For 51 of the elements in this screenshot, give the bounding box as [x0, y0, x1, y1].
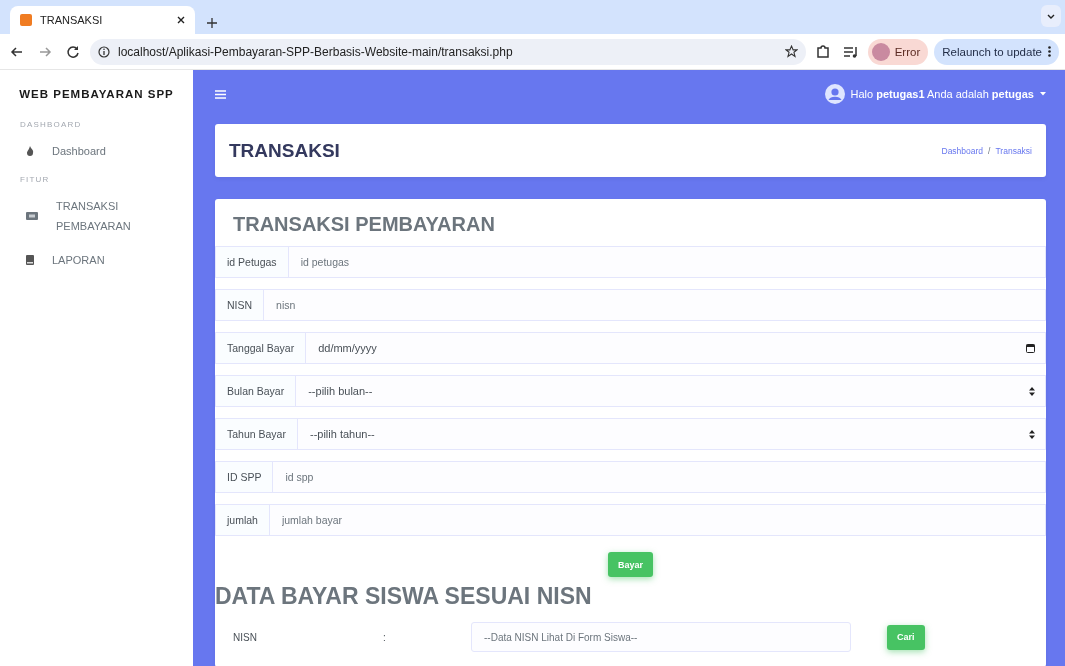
breadcrumb-link[interactable]: Transaksi: [995, 145, 1032, 156]
tab-list-button[interactable]: [1041, 5, 1061, 27]
input-field[interactable]: nisn: [264, 289, 1046, 321]
input-field[interactable]: id petugas: [288, 246, 1046, 278]
profile-button[interactable]: Error: [867, 38, 929, 65]
form-title: TRANSAKSI PEMBAYARAN: [232, 212, 496, 237]
date-field[interactable]: dd/mm/yyyy: [306, 332, 1046, 364]
nisn-input[interactable]: --Data NISN Lihat Di Form Siswa--: [471, 622, 851, 652]
field-label: Tahun Bayar: [215, 418, 298, 450]
sidebar-item[interactable]: LAPORAN: [52, 250, 152, 270]
calendar-icon: [1026, 343, 1035, 353]
section-heading: FITUR: [19, 175, 51, 184]
user-avatar-icon: [824, 84, 845, 104]
section-heading: DASHBOARD: [19, 120, 83, 129]
field-label: ID SPP: [215, 461, 274, 493]
select-field[interactable]: --pilih bulan--: [296, 375, 1046, 407]
field-label: id Petugas: [215, 246, 289, 278]
star-icon[interactable]: [784, 45, 798, 58]
field-label: NISN: [215, 289, 265, 321]
brand-title: WEB PEMBAYARAN SPP: [18, 87, 175, 102]
close-icon[interactable]: [177, 16, 185, 24]
select-field[interactable]: --pilih tahun--: [297, 418, 1046, 450]
sidebar-item[interactable]: TRANSAKSI PEMBAYARAN: [56, 196, 156, 236]
field-label: NISN: [232, 631, 258, 643]
banknote-icon: [26, 212, 38, 220]
page-title: TRANSAKSI: [229, 139, 340, 162]
field-label: Bulan Bayar: [215, 375, 297, 407]
updown-icon: [1029, 386, 1035, 396]
chevron-icon: [1047, 13, 1055, 19]
new-tab-icon[interactable]: [207, 18, 217, 28]
more-icon: [1048, 46, 1051, 57]
breadcrumb-separator: /: [988, 145, 991, 156]
field-label: jumlah: [215, 504, 270, 536]
user-greeting[interactable]: Halo petugas1 Anda adalah petugas: [850, 88, 1034, 100]
favicon-icon: [20, 14, 32, 26]
relaunch-button[interactable]: Relaunch to update: [934, 38, 1059, 65]
book-icon: [26, 255, 34, 265]
info-icon: [98, 45, 110, 58]
breadcrumb-link[interactable]: Dashboard: [941, 145, 984, 156]
section-title: DATA BAYAR SISWA SESUAI NISN: [215, 583, 593, 610]
address-bar[interactable]: localhost/Aplikasi-Pembayaran-SPP-Berbasis-Website-main/transaksi.php: [90, 38, 806, 65]
avatar-icon: [871, 42, 890, 61]
caret-icon[interactable]: [1040, 92, 1046, 96]
updown-icon: [1029, 429, 1035, 439]
input-field[interactable]: id spp: [273, 461, 1046, 493]
menu-icon[interactable]: [215, 89, 226, 99]
colon-text: :: [383, 631, 387, 643]
browser-tab[interactable]: TRANSAKSI: [10, 6, 195, 34]
sidebar-item[interactable]: Dashboard: [52, 141, 152, 161]
input-field[interactable]: jumlah bayar: [269, 504, 1046, 536]
field-label: Tanggal Bayar: [215, 332, 307, 364]
